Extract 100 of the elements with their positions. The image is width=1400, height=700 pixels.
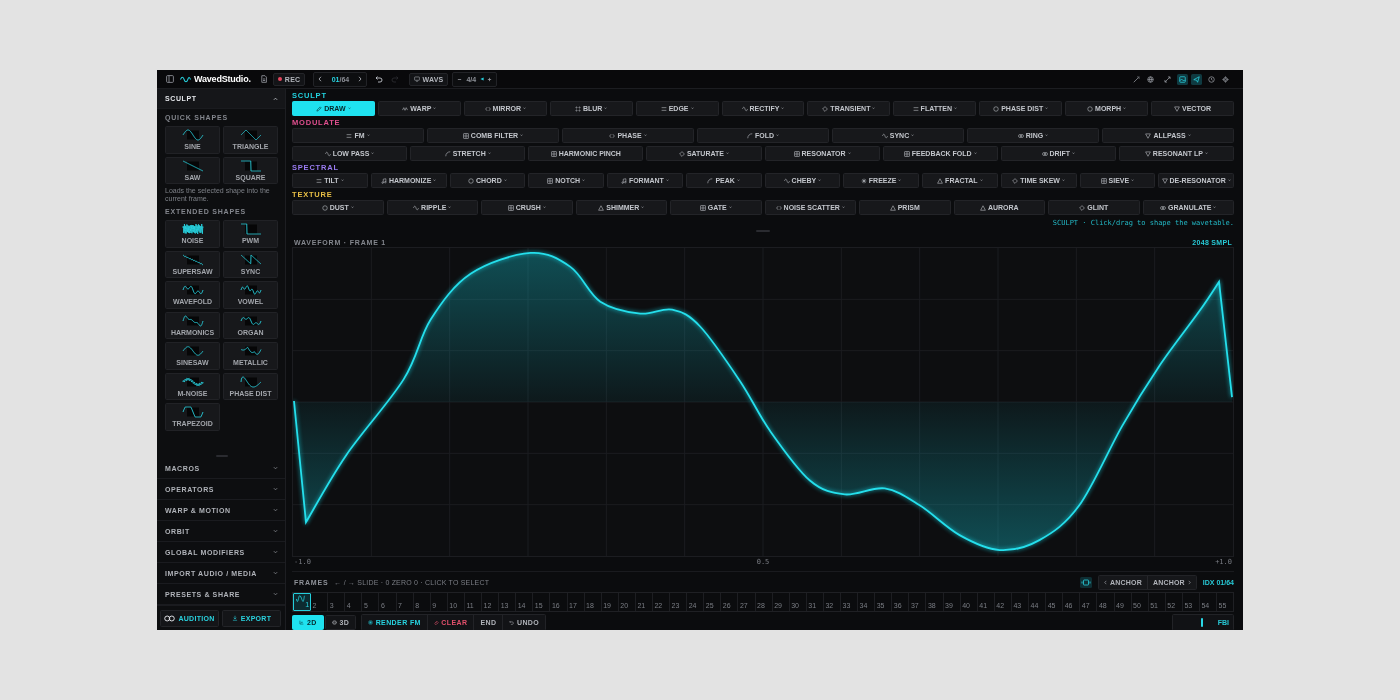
resize-handle[interactable]: [215, 455, 228, 457]
double-chevron-icon: [609, 132, 616, 139]
loop-icon: [164, 614, 176, 622]
circle-icon: [993, 105, 1000, 112]
square-wave-icon: [239, 158, 262, 173]
sidebar-toggle-icon[interactable]: [166, 75, 174, 83]
grid-icon: [462, 132, 469, 139]
triangle-left-icon: [480, 77, 485, 81]
undo-icon[interactable]: [375, 75, 384, 83]
pencil-icon: [316, 105, 323, 112]
harmonic-wave-icon: [181, 313, 204, 328]
chevron-down-icon: [273, 508, 278, 512]
triangle-wave-icon: [239, 128, 262, 143]
saw-wave-icon: [181, 158, 204, 173]
vowel-wave-icon: [239, 283, 262, 298]
zigzag-icon: [402, 105, 409, 112]
bent-wave-icon: [239, 374, 262, 389]
chevron-down-icon: [273, 550, 278, 554]
grid-icon: [550, 150, 557, 157]
curve-icon: [444, 150, 451, 157]
chevron-down-icon: [273, 487, 278, 491]
wave-icon: [741, 105, 748, 112]
record-dot-icon: [277, 77, 282, 81]
minus-icon[interactable]: [457, 76, 463, 82]
rings-icon: [1017, 132, 1024, 139]
wave-icon: [324, 150, 331, 157]
diamond-icon: [822, 105, 829, 112]
funnel-icon: [1161, 177, 1168, 184]
chevron-right-icon: [1187, 580, 1191, 586]
wave-logo-icon: [180, 75, 191, 83]
trapezoid-wave-icon: [181, 405, 204, 420]
chevron-left-icon[interactable]: [318, 76, 323, 82]
chevron-down-icon: [273, 592, 278, 596]
plus-icon[interactable]: [487, 76, 493, 82]
double-saw-icon: [239, 252, 262, 267]
chevron-left-icon: [1104, 580, 1107, 586]
chevron-down-icon: [273, 529, 278, 533]
saw-wave-icon: [181, 252, 204, 267]
rings-icon: [1160, 204, 1167, 211]
eraser-icon: [433, 620, 439, 625]
funnel-icon: [1174, 105, 1180, 112]
metallic-wave-icon: [239, 344, 262, 359]
circle-icon: [468, 177, 475, 184]
music-note-icon: [380, 177, 387, 184]
asterisk-icon: [860, 177, 867, 184]
grid-icon: [793, 150, 800, 157]
diamond-icon: [1012, 177, 1019, 184]
wave-icon: [881, 132, 888, 139]
chevron-down-icon: [273, 466, 278, 470]
funnel-icon: [1145, 132, 1152, 139]
expand-icon[interactable]: [1162, 73, 1173, 85]
download-icon: [231, 615, 238, 621]
lines-icon: [316, 177, 323, 184]
grid-icon: [1100, 177, 1107, 184]
square-icon: [368, 620, 374, 625]
sine-wave-icon: [181, 128, 204, 143]
double-chevron-icon: [484, 105, 491, 112]
sphere-icon: [331, 620, 337, 625]
brand-name: WavedStudio.: [194, 74, 251, 84]
curve-icon: [707, 177, 714, 184]
lines-icon: [660, 105, 667, 112]
wave-icon: [413, 204, 420, 211]
triangle-icon: [598, 204, 605, 211]
funnel-icon: [1144, 150, 1151, 157]
wave-icon: [783, 177, 790, 184]
resize-handle[interactable]: [756, 230, 770, 233]
grid-icon: [699, 204, 706, 211]
sine-wave-icon: [181, 344, 204, 359]
monitor-icon: [414, 76, 421, 82]
lines-icon: [346, 132, 353, 139]
diamond-icon: [1079, 204, 1086, 211]
circle-icon: [321, 204, 328, 211]
triangle-icon: [937, 177, 944, 184]
grid-icon: [903, 150, 910, 157]
circle-icon: [1087, 105, 1094, 112]
noisy-wave-icon: [181, 374, 204, 389]
clock-icon[interactable]: [1205, 73, 1217, 85]
frame-view-icon[interactable]: [1080, 577, 1092, 589]
axes-icon: [299, 620, 304, 625]
waveform-thumbnail-icon: [295, 595, 306, 603]
curve-icon: [746, 132, 753, 139]
folded-wave-icon: [181, 283, 204, 298]
chevron-down-icon: [273, 571, 278, 575]
noise-wave-icon: [181, 222, 204, 237]
pulse-wave-icon: [239, 222, 262, 237]
rings-icon: [1041, 150, 1048, 157]
document-icon[interactable]: [259, 75, 268, 83]
triangle-icon: [889, 204, 896, 211]
settings-icon[interactable]: [1220, 73, 1231, 85]
image-icon[interactable]: [1176, 73, 1188, 85]
chevron-right-icon[interactable]: [358, 76, 363, 82]
dots-icon: [574, 105, 581, 112]
undo-arrow-icon: [509, 620, 515, 625]
chevron-up-icon: [273, 96, 278, 101]
globe-icon[interactable]: [1145, 73, 1156, 85]
double-chevron-icon: [775, 204, 782, 211]
music-note-icon: [620, 177, 627, 184]
triangle-icon: [979, 204, 986, 211]
grid-icon: [507, 204, 514, 211]
send-icon[interactable]: [1191, 73, 1202, 85]
